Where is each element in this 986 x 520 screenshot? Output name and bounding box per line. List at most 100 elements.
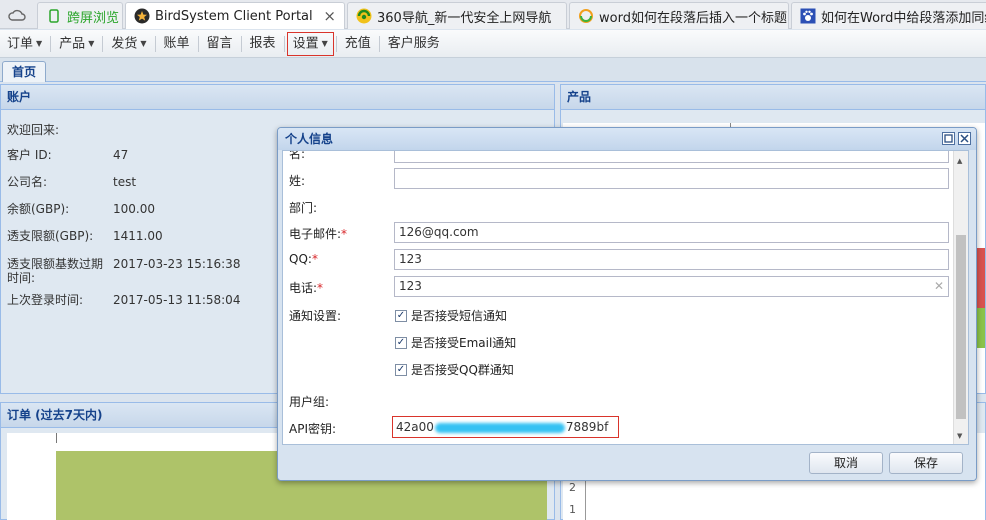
last-name-input[interactable] [394,168,949,189]
cloud-icon[interactable] [2,4,32,26]
overdraft-value: 1411.00 [113,229,163,243]
checkbox-checked-icon[interactable]: ✓ [395,309,407,322]
checkbox-label: 是否接受Email通知 [411,336,517,350]
chart-bar-red [977,248,985,308]
360-logo-icon [356,8,372,24]
field-label: 余额(GBP): [7,202,70,216]
checkbox-label: 是否接受QQ群通知 [411,363,514,377]
field-label: 透支限额基数过期时间: [7,257,104,285]
bird-icon [134,8,150,24]
scroll-up-icon[interactable]: ▲ [957,157,962,165]
welcome-text: 欢迎回来: [7,123,60,137]
maximize-icon[interactable] [942,132,955,145]
scroll-down-icon[interactable]: ▼ [957,432,962,440]
field-label: 透支限额(GBP): [7,229,94,243]
cancel-button[interactable]: 取消 [809,452,883,474]
dialog-form: 名: 姓: 部门: 电子邮件:* 126@qq.com QQ:* 123 电话:… [282,150,969,445]
menu-messages[interactable]: 留言 [202,33,238,55]
checkbox-checked-icon[interactable]: ✓ [395,363,407,376]
tab-label: 跨屏浏览 [67,10,120,26]
chevron-down-icon: ▼ [321,38,328,48]
api-key-value[interactable]: 42a00 7889bf [392,416,619,438]
menu-products[interactable]: 产品 ▼ [54,33,99,55]
main-menu: 订单 ▼ 产品 ▼ 发货 ▼ 账单 留言 报表 设置 ▼ 充值 客户服务 [0,30,986,58]
tab-home[interactable]: 首页 [2,61,47,82]
chart-bar-green [977,308,985,348]
phone-icon [46,8,62,24]
first-name-input[interactable] [394,151,949,163]
browser-tab-bar: 跨屏浏览 BirdSystem Client Portal × 360导航_新一… [0,0,986,29]
checkbox-checked-icon[interactable]: ✓ [395,336,407,349]
overdraft-expiry-value: 2017-03-23 15:16:38 [113,257,241,271]
dialog-title-text: 个人信息 [285,132,334,146]
menu-billing[interactable]: 账单 [159,33,195,55]
menu-customer-service[interactable]: 客户服务 [383,33,445,55]
menu-divider [102,35,104,52]
close-icon[interactable] [958,132,971,145]
chevron-down-icon: ▼ [140,38,147,48]
customer-id-value: 47 [113,148,129,162]
menu-shipping[interactable]: 发货 ▼ [106,33,151,55]
dialog-title: 个人信息 [278,128,976,150]
qq-notify-checkbox[interactable]: ✓ 是否接受QQ群通知 [395,361,514,378]
scroll-thumb[interactable] [956,235,966,419]
field-label: 客户 ID: [7,148,52,162]
account-panel-title: 账户 [1,85,554,110]
chart-tick [56,433,57,443]
tab-cross-screen[interactable]: 跨屏浏览 [37,2,123,29]
tab-label: word如何在段落后插入一个标题 [599,10,787,26]
menu-divider [283,35,285,52]
dialog-scrollbar[interactable]: ▲ ▼ [953,151,968,444]
user-group-label: 用户组: [289,395,330,409]
phone-label: 电话:* [289,281,324,295]
qq-field[interactable]: 123 [394,249,949,270]
menu-divider [197,35,199,52]
email-field[interactable]: 126@qq.com [394,222,949,243]
tab-word-paragraph[interactable]: 如何在Word中给段落添加同级 [791,2,986,29]
search-ring-icon [578,8,594,24]
chevron-down-icon: ▼ [36,38,43,48]
field-label: 公司名: [7,175,48,189]
last-login-value: 2017-05-13 11:58:04 [113,293,241,307]
email-notify-checkbox[interactable]: ✓ 是否接受Email通知 [395,334,516,351]
clear-icon[interactable]: ✕ [934,277,944,296]
product-panel-title: 产品 [561,85,985,110]
menu-divider [335,35,337,52]
balance-value: 100.00 [113,202,155,216]
save-button[interactable]: 保存 [889,452,963,474]
page-tab-strip: 首页 [0,58,986,82]
phone-value: 123 [399,279,422,293]
dialog-footer: 取消 保存 [278,446,976,480]
menu-orders[interactable]: 订单 ▼ [2,33,47,55]
required-mark: * [317,281,324,295]
notify-settings-label: 通知设置: [289,309,342,323]
menu-divider [154,35,156,52]
first-name-label: 名: [289,150,306,161]
tab-word-heading[interactable]: word如何在段落后插入一个标题 [569,2,789,29]
department-label: 部门: [289,201,318,215]
tab-360-nav[interactable]: 360导航_新一代安全上网导航 [347,2,567,29]
required-mark: * [311,252,318,266]
field-label: 上次登录时间: [7,293,84,307]
checkbox-label: 是否接受短信通知 [411,309,508,323]
y-tick-label: 2 [569,481,576,494]
last-name-label: 姓: [289,174,306,188]
menu-divider [240,35,242,52]
menu-divider [378,35,380,52]
paw-icon [800,8,816,24]
menu-divider [50,35,52,52]
personal-info-dialog: 个人信息 名: 姓: 部门: 电子邮件:* 126@qq.com QQ:* 12… [277,127,977,481]
redaction-blur [434,422,565,433]
tab-birdsystem[interactable]: BirdSystem Client Portal × [125,2,345,29]
sms-notify-checkbox[interactable]: ✓ 是否接受短信通知 [395,307,507,324]
menu-recharge[interactable]: 充值 [340,33,376,55]
menu-settings[interactable]: 设置 ▼ [286,31,334,56]
close-icon[interactable]: × [323,7,336,25]
tab-label: 如何在Word中给段落添加同级 [821,10,986,26]
y-tick-label: 1 [569,503,576,516]
company-value: test [113,175,137,189]
menu-reports[interactable]: 报表 [245,33,281,55]
api-key-label: API密钥: [289,422,337,436]
api-key-suffix: 7889bf [565,420,609,434]
phone-field[interactable]: 123 ✕ [394,276,949,297]
